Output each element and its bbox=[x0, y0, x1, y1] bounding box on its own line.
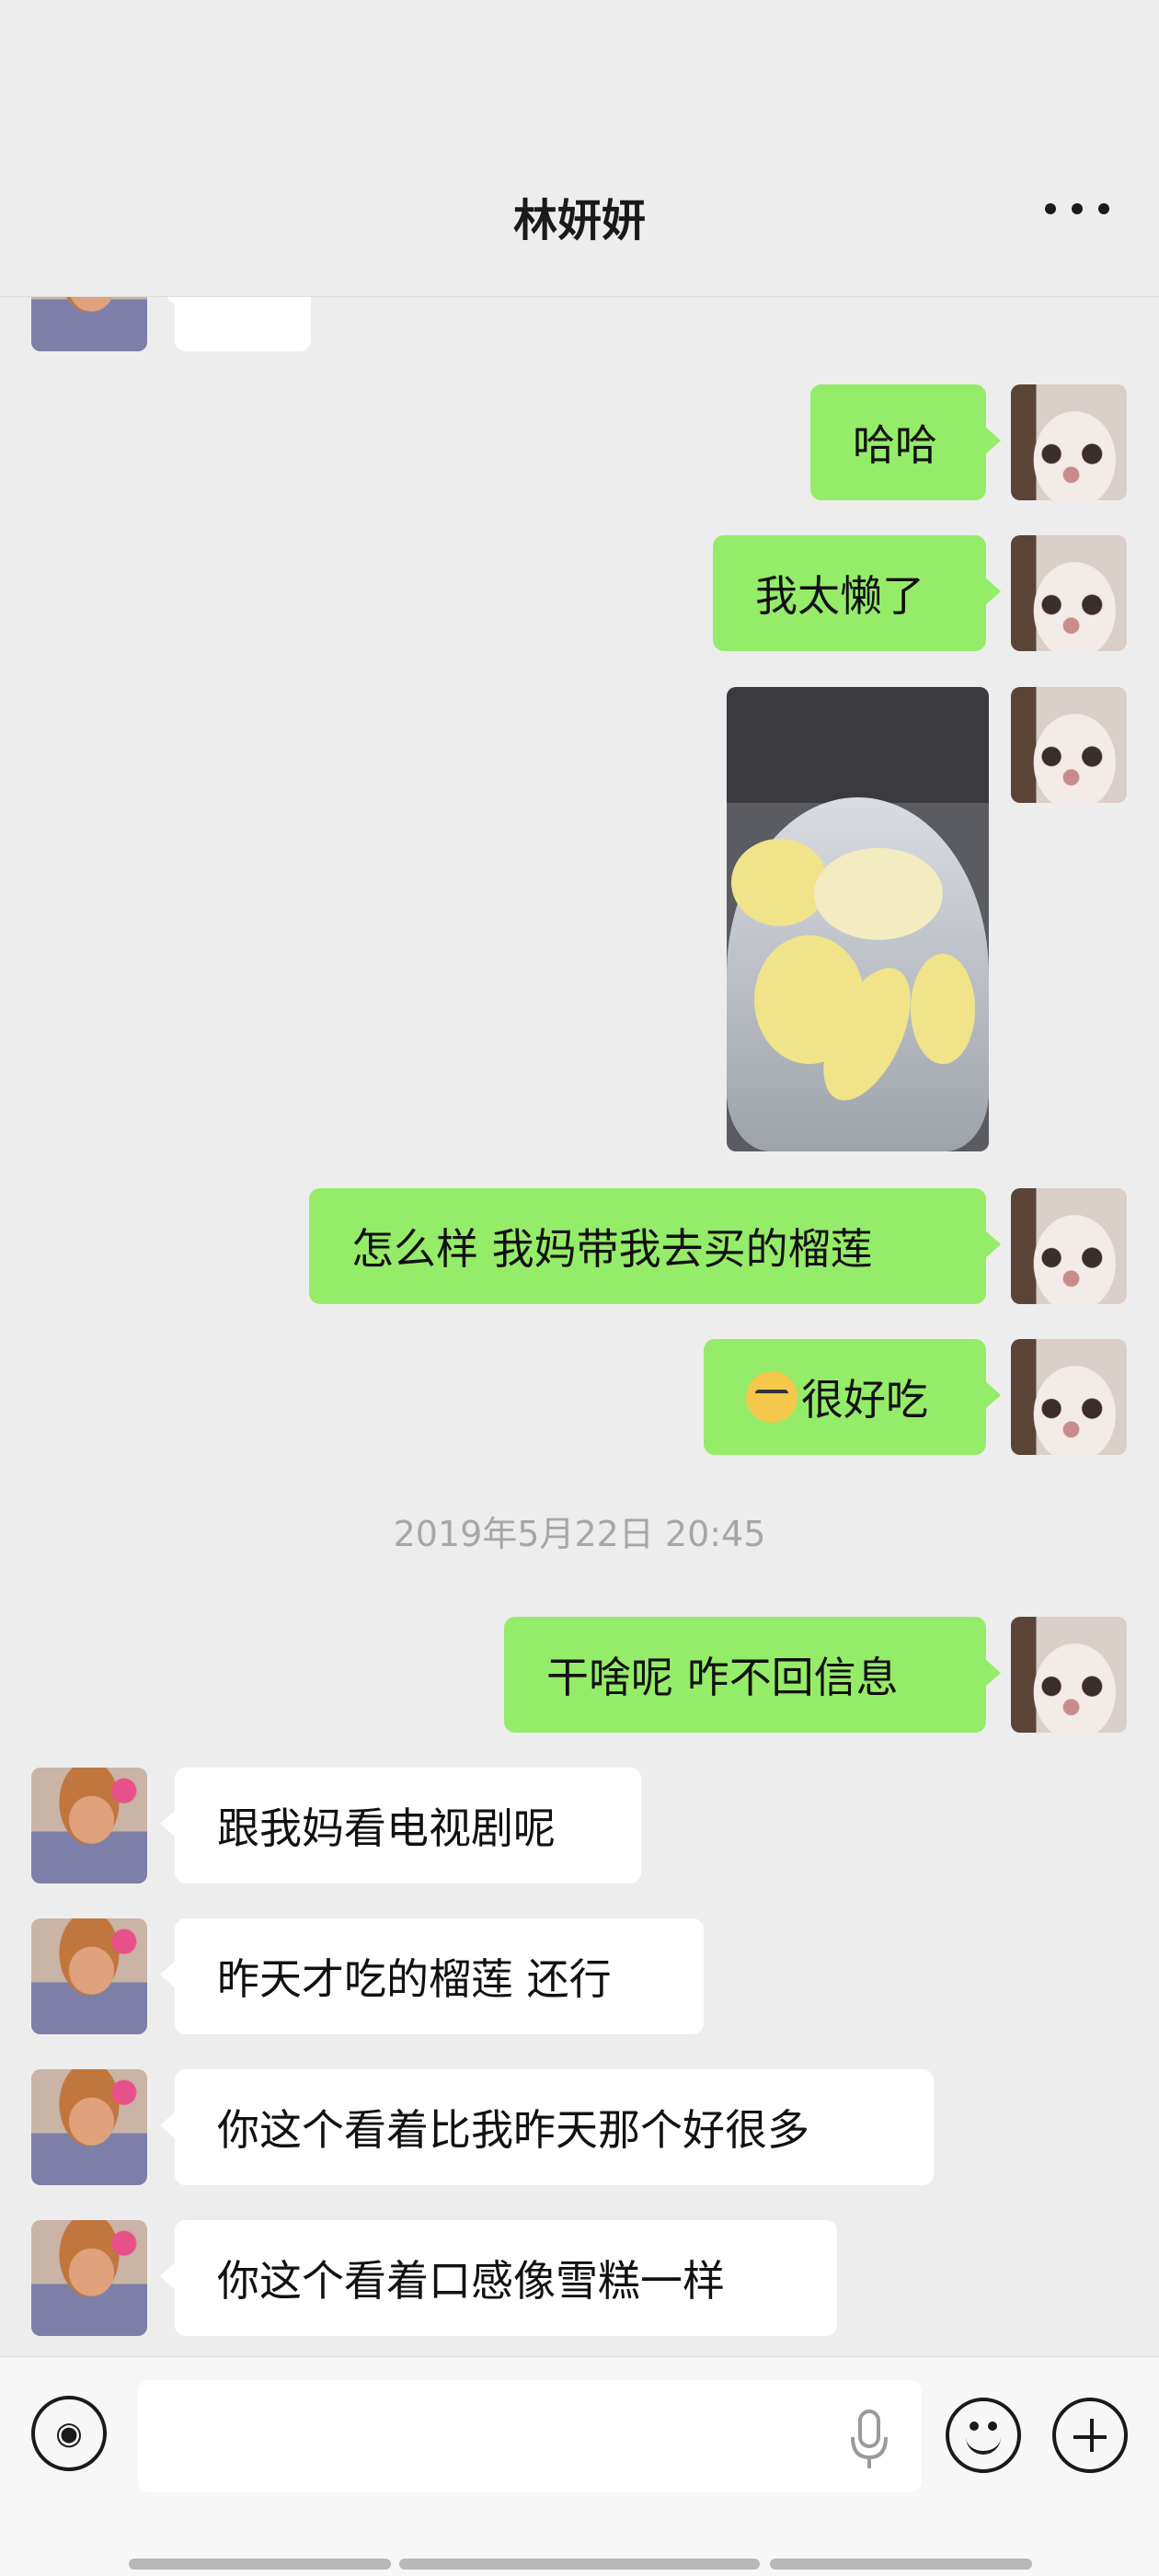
message-bubble[interactable]: 昨天才吃的榴莲 还行 bbox=[160, 1918, 704, 2034]
home-indicator bbox=[129, 2559, 391, 2570]
message-bubble[interactable]: 我太懒了 bbox=[713, 535, 1001, 651]
message-bubble[interactable]: 你这个看着口感像雪糕一样 bbox=[160, 2220, 837, 2336]
chat-title: 林妍妍 bbox=[512, 195, 646, 246]
message-input[interactable] bbox=[138, 2380, 922, 2492]
my-avatar[interactable] bbox=[1011, 1188, 1127, 1304]
contact-avatar[interactable] bbox=[31, 1768, 147, 1883]
contact-avatar[interactable] bbox=[31, 1918, 147, 2034]
message-bubble[interactable]: 你这个看着比我昨天那个好很多 bbox=[160, 2069, 934, 2185]
home-indicator bbox=[770, 2559, 1032, 2570]
timestamp: 2019年5月22日 20:45 bbox=[393, 1514, 766, 1554]
microphone-icon[interactable] bbox=[846, 2408, 892, 2472]
message-bubble[interactable]: 哈哈 bbox=[810, 384, 1001, 500]
message-bubble[interactable]: 很好吃 bbox=[704, 1339, 1001, 1455]
voice-input-icon[interactable]: ◉ bbox=[31, 2396, 107, 2471]
chat-header: 林妍妍 bbox=[0, 0, 1159, 297]
home-indicator bbox=[399, 2559, 760, 2570]
my-avatar[interactable] bbox=[1011, 1617, 1127, 1733]
my-avatar[interactable] bbox=[1011, 1339, 1127, 1455]
durian-photo[interactable] bbox=[727, 687, 989, 1151]
contact-avatar[interactable] bbox=[31, 2220, 147, 2336]
my-avatar[interactable] bbox=[1011, 535, 1127, 651]
message-bubble[interactable]: 怎么样 我妈带我去买的榴莲 bbox=[309, 1188, 1001, 1304]
my-avatar[interactable] bbox=[1011, 384, 1127, 500]
more-options-icon[interactable] bbox=[1045, 189, 1109, 229]
cat-emoji-icon bbox=[746, 1371, 798, 1423]
message-bubble[interactable]: 跟我妈看电视剧呢 bbox=[160, 1768, 641, 1883]
add-more-icon[interactable] bbox=[1052, 2398, 1128, 2473]
my-avatar[interactable] bbox=[1011, 687, 1127, 803]
emoji-icon[interactable] bbox=[946, 2398, 1021, 2473]
message-bubble[interactable]: 干啥呢 咋不回信息 bbox=[504, 1617, 1001, 1733]
contact-avatar[interactable] bbox=[31, 2069, 147, 2185]
message-text: 很好吃 bbox=[801, 1375, 928, 1425]
